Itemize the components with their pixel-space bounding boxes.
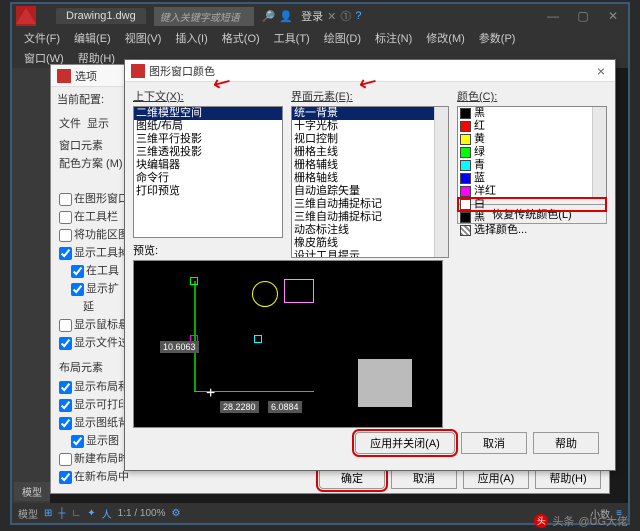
document-tab[interactable]: Drawing1.dwg [56, 8, 146, 24]
list-item[interactable]: 块编辑器 [134, 159, 282, 172]
menu-parameters[interactable]: 参数(P) [473, 28, 522, 48]
list-item[interactable]: 十字光标 [292, 120, 448, 133]
grid-icon[interactable]: ⊞ [44, 508, 52, 519]
list-item[interactable]: 三维自动捕捉标记 [292, 211, 448, 224]
watermark: 头 头条 @UG大佬 [534, 513, 628, 529]
list-item[interactable]: 视口控制 [292, 133, 448, 146]
scale-label[interactable]: 1:1 / 100% [118, 508, 166, 519]
menu-edit[interactable]: 编辑(E) [68, 28, 117, 48]
list-item[interactable]: 统一背景 [292, 107, 448, 120]
coord-c: 6.0884 [268, 401, 302, 413]
list-item[interactable]: 三维自动捕捉标记 [292, 198, 448, 211]
preview-label: 预览: [133, 242, 283, 258]
menu-tools[interactable]: 工具(T) [268, 28, 316, 48]
ortho-icon[interactable]: ∟ [71, 508, 81, 519]
list-item[interactable]: 三维透视投影 [134, 146, 282, 159]
color-item[interactable]: 青 [458, 159, 606, 172]
color-item[interactable]: 红 [458, 120, 606, 133]
list-item[interactable]: 栅格辅线 [292, 159, 448, 172]
globe-icon [252, 281, 278, 307]
list-item[interactable]: 二维模型空间 [134, 107, 282, 120]
iso-icon[interactable]: 人 [102, 506, 112, 521]
apply-close-button[interactable]: 应用并关闭(A) [355, 432, 455, 454]
color-item[interactable]: 绿 [458, 146, 606, 159]
close-button[interactable]: ✕ [598, 6, 628, 26]
scrollbar[interactable] [592, 107, 606, 197]
gear-icon[interactable]: ⚙ [171, 508, 180, 519]
search-icon[interactable]: 🔎 [262, 10, 276, 23]
cube-icon [358, 359, 412, 407]
context-listbox[interactable]: 二维模型空间 图纸/布局 三维平行投影 三维透视投影 块编辑器 命令行 打印预览 [133, 106, 283, 238]
logo-icon: 头 [534, 514, 548, 528]
side-panel [12, 68, 50, 503]
exchange-icon[interactable]: ✕ [327, 10, 336, 23]
menu-dimension[interactable]: 标注(N) [369, 28, 418, 48]
minimize-button[interactable]: — [538, 6, 568, 26]
cloud-icon[interactable]: ⓵ [340, 8, 351, 24]
cancel-button[interactable]: 取消 [461, 432, 527, 454]
menu-file[interactable]: 文件(F) [18, 28, 66, 48]
snap-icon[interactable]: ┼ [58, 508, 65, 519]
context-label: 上下文(X): [133, 88, 283, 104]
coord-a: 10.6063 [160, 341, 199, 353]
search-input[interactable]: 键入关键字或短语 [154, 7, 254, 26]
color-item-selected[interactable]: 白 [458, 198, 606, 211]
help-button[interactable]: 帮助 [533, 432, 599, 454]
list-item[interactable]: 三维平行投影 [134, 133, 282, 146]
scrollbar[interactable] [434, 107, 448, 257]
color-item[interactable]: 洋红 [458, 185, 606, 198]
list-item[interactable]: 栅格轴线 [292, 172, 448, 185]
color-item[interactable]: 黄 [458, 133, 606, 146]
menu-view[interactable]: 视图(V) [119, 28, 168, 48]
menu-draw[interactable]: 绘图(D) [318, 28, 367, 48]
coord-b: 28.2280 [220, 401, 259, 413]
color-label: 颜色(C): [457, 88, 607, 104]
color-item[interactable]: 蓝 [458, 172, 606, 185]
crosshair-icon: + [206, 385, 215, 403]
list-item[interactable]: 图纸/布局 [134, 120, 282, 133]
model-label[interactable]: 模型 [18, 506, 38, 521]
list-item[interactable]: 自动追踪矢量 [292, 185, 448, 198]
list-item[interactable]: 动态标注线 [292, 224, 448, 237]
title-bar: Drawing1.dwg 键入关键字或短语 🔎 👤 登录 ✕ ⓵ ? — ▢ ✕ [12, 4, 628, 28]
list-item[interactable]: 栅格主线 [292, 146, 448, 159]
tab-file[interactable]: 文件 [59, 115, 81, 131]
list-item[interactable]: 设计工具提示 [292, 250, 448, 258]
app-icon [16, 6, 36, 26]
login-link[interactable]: 登录 [301, 8, 323, 24]
color-item[interactable]: 选择颜色... [458, 224, 606, 237]
colors-title: 图形窗口颜色 [149, 63, 215, 79]
color-dropdown[interactable]: 黑 红 黄 绿 青 蓝 洋红 白 黑 选择颜色... [457, 106, 607, 198]
colors-titlebar: 图形窗口颜色 × [125, 60, 615, 82]
menu-insert[interactable]: 插入(I) [169, 28, 213, 48]
close-icon[interactable]: × [593, 63, 609, 79]
colors-dialog: 图形窗口颜色 × ↘ ↘ 上下文(X): 二维模型空间 图纸/布局 三维平行投影… [124, 59, 616, 471]
polar-icon[interactable]: ✦ [87, 508, 95, 519]
menu-bar: 文件(F) 编辑(E) 视图(V) 插入(I) 格式(O) 工具(T) 绘图(D… [12, 28, 628, 48]
list-item[interactable]: 打印预览 [134, 185, 282, 198]
maximize-button[interactable]: ▢ [568, 6, 598, 26]
model-tab[interactable]: 模型 [14, 482, 50, 501]
app-icon [57, 69, 71, 83]
list-item[interactable]: 橡皮筋线 [292, 237, 448, 250]
color-item[interactable]: 黑 [458, 211, 606, 224]
help-icon[interactable]: ? [355, 10, 361, 22]
preview-viewport: + 10.6063 28.2280 6.0884 [133, 260, 443, 428]
element-listbox[interactable]: 统一背景 十字光标 视口控制 栅格主线 栅格辅线 栅格轴线 自动追踪矢量 三维自… [291, 106, 449, 258]
cone-icon [284, 279, 314, 303]
color-item[interactable]: 黑 [458, 107, 606, 120]
menu-format[interactable]: 格式(O) [216, 28, 266, 48]
app-icon [131, 64, 145, 78]
tab-display[interactable]: 显示 [87, 115, 109, 131]
options-title: 选项 [75, 68, 97, 84]
element-label: 界面元素(E): [291, 88, 449, 104]
list-item[interactable]: 命令行 [134, 172, 282, 185]
user-icon[interactable]: 👤 [279, 10, 293, 23]
menu-modify[interactable]: 修改(M) [420, 28, 471, 48]
